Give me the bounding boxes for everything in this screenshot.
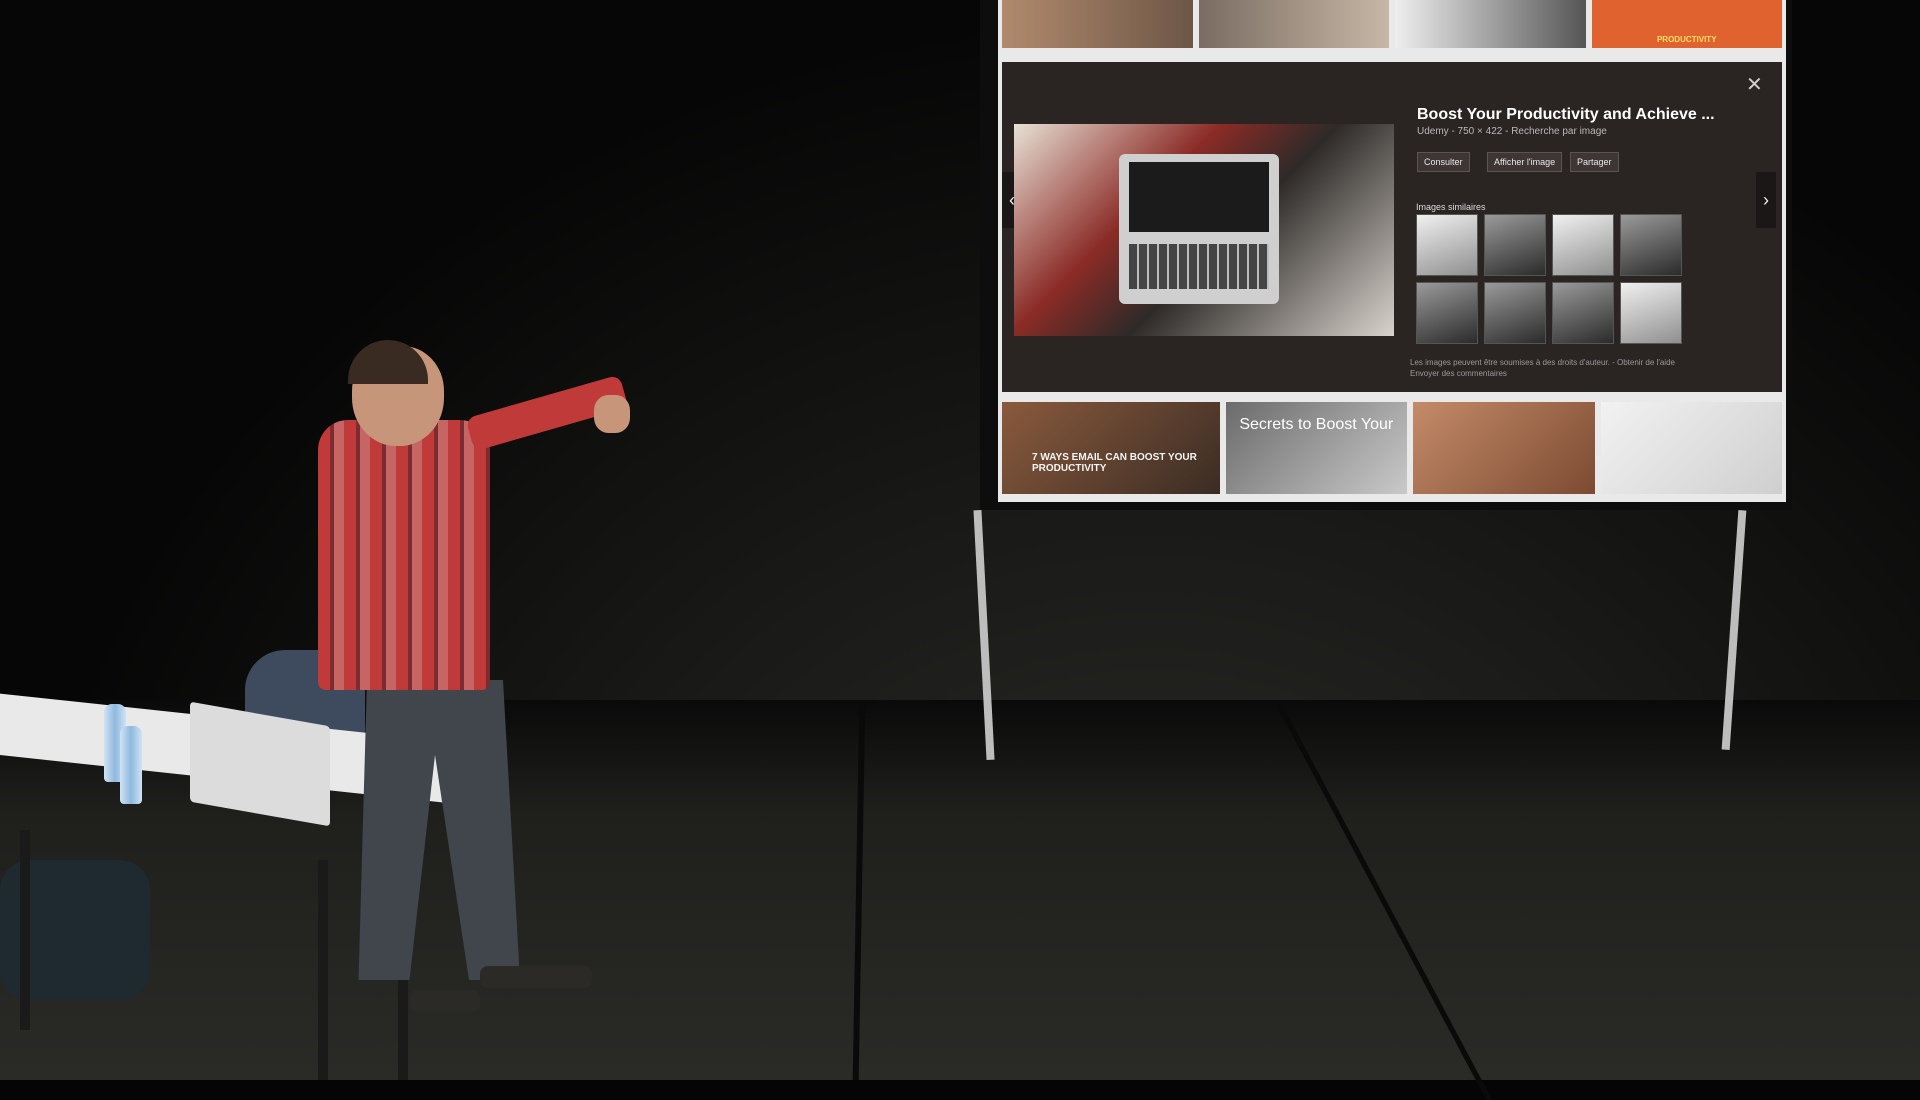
shoe (480, 966, 592, 988)
image-detail-panel: ‹ ✕ Boost Your Productivity and Achieve … (1002, 62, 1782, 392)
next-image-button[interactable]: › (1756, 172, 1776, 228)
shoe (410, 990, 480, 1012)
result-thumbnail[interactable] (1413, 402, 1595, 494)
similar-image-thumbnail[interactable] (1484, 214, 1546, 276)
similar-images-grid (1416, 214, 1696, 344)
share-button[interactable]: Partager (1570, 152, 1619, 172)
result-thumbnail[interactable] (1198, 0, 1389, 48)
thumbnail-caption: Secrets to Boost Your (1239, 416, 1394, 433)
copyright-notice: Les images peuvent être soumises à des d… (1410, 358, 1675, 367)
image-results-top-strip: PRODUCTIVITY (998, 0, 1786, 48)
similar-images-label: Images similaires (1416, 202, 1486, 212)
table-leg (318, 860, 328, 1080)
result-thumbnail[interactable]: 7 WAYS EMAIL CAN BOOST YOUR PRODUCTIVITY (1002, 402, 1220, 494)
image-results-bottom-strip: 7 WAYS EMAIL CAN BOOST YOUR PRODUCTIVITY… (998, 402, 1786, 494)
view-image-button[interactable]: Afficher l'image (1487, 152, 1563, 172)
similar-image-thumbnail[interactable] (1484, 282, 1546, 344)
similar-image-thumbnail[interactable] (1552, 282, 1614, 344)
result-thumbnail[interactable]: Secrets to Boost Your (1225, 402, 1407, 494)
laptop-picture (1119, 154, 1279, 304)
similar-image-thumbnail[interactable] (1416, 214, 1478, 276)
table-leg (20, 830, 30, 1030)
image-meta: Udemy - 750 × 422 - Recherche par image (1417, 126, 1607, 137)
result-thumbnail[interactable] (1395, 0, 1586, 48)
thumbnail-caption: 7 WAYS EMAIL CAN BOOST YOUR PRODUCTIVITY (1032, 452, 1197, 474)
thumbnail-caption: PRODUCTIVITY (1656, 35, 1717, 44)
result-thumbnail[interactable] (1002, 0, 1193, 48)
similar-image-thumbnail[interactable] (1620, 214, 1682, 276)
similar-image-thumbnail[interactable] (1416, 282, 1478, 344)
consult-button[interactable]: Consulter (1417, 152, 1470, 172)
close-icon[interactable]: ✕ (1746, 72, 1763, 97)
result-thumbnail[interactable] (1600, 402, 1782, 494)
presenter-hand (594, 395, 630, 433)
presenter-plaid-shirt (318, 420, 490, 690)
water-bottle (120, 726, 142, 804)
similar-image-thumbnail[interactable] (1552, 214, 1614, 276)
feedback-link[interactable]: Envoyer des commentaires (1410, 369, 1507, 378)
projected-browser: PRODUCTIVITY ‹ ✕ Boost Your Productivity… (998, 0, 1786, 502)
selected-image-preview[interactable] (1014, 124, 1394, 336)
similar-image-thumbnail[interactable] (1620, 282, 1682, 344)
image-title[interactable]: Boost Your Productivity and Achieve ... (1417, 106, 1715, 124)
result-thumbnail[interactable]: PRODUCTIVITY (1591, 0, 1782, 48)
